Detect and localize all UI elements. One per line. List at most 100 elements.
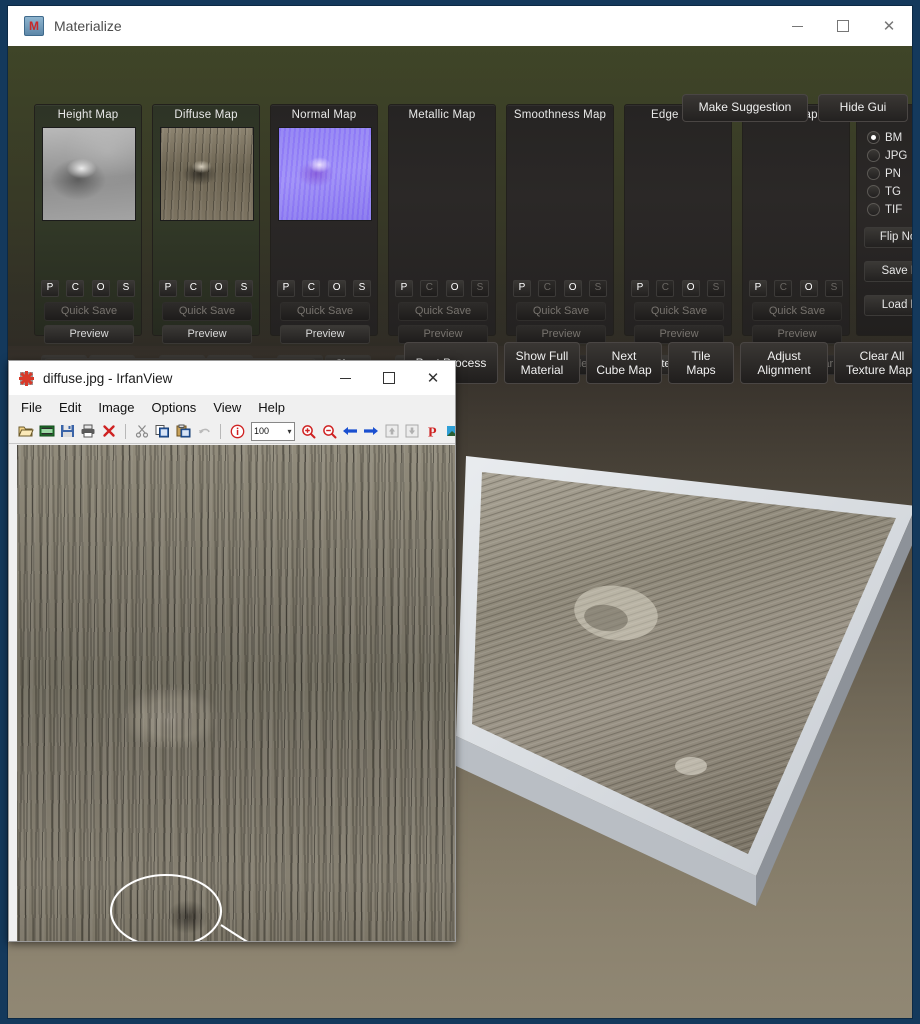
close-icon[interactable]: ✕ bbox=[866, 6, 912, 46]
open-folder-icon[interactable] bbox=[17, 422, 35, 440]
toggle-c[interactable]: C bbox=[184, 280, 203, 297]
slideshow-icon[interactable] bbox=[445, 422, 455, 440]
map-panel-height-map[interactable]: Height Map P C O S Quick Save Preview Cr… bbox=[34, 104, 142, 375]
next-icon[interactable] bbox=[362, 422, 380, 440]
show-full-material-button[interactable]: Show Full Material bbox=[504, 342, 580, 384]
format-option-tiff[interactable]: TIF bbox=[867, 203, 902, 216]
zoom-out-icon[interactable] bbox=[320, 422, 338, 440]
tile-maps-button[interactable]: Tile Maps bbox=[668, 342, 734, 384]
minimize-icon[interactable] bbox=[323, 361, 367, 395]
close-icon[interactable]: ✕ bbox=[411, 361, 455, 395]
quick-save-button[interactable]: Quick Save bbox=[162, 302, 252, 321]
toggle-p[interactable]: P bbox=[749, 280, 767, 297]
toggle-s[interactable]: S bbox=[470, 280, 489, 297]
map-thumbnail-smoothness[interactable] bbox=[514, 127, 606, 219]
format-option-tga[interactable]: TG bbox=[867, 185, 901, 198]
menu-item-file[interactable]: File bbox=[21, 400, 42, 415]
format-option-bmp[interactable]: BM bbox=[867, 131, 902, 144]
btn-line-2: Maps bbox=[686, 363, 716, 377]
first-icon[interactable] bbox=[383, 422, 401, 440]
toggle-s[interactable]: S bbox=[234, 280, 253, 297]
toggle-c[interactable]: C bbox=[420, 280, 439, 297]
toggle-s[interactable]: S bbox=[352, 280, 371, 297]
toggle-s[interactable]: S bbox=[706, 280, 725, 297]
toggle-c[interactable]: C bbox=[66, 280, 85, 297]
toggle-s[interactable]: S bbox=[588, 280, 607, 297]
map-thumbnail-metallic[interactable] bbox=[396, 127, 488, 219]
map-thumbnail-edge[interactable] bbox=[632, 127, 724, 219]
toggle-p[interactable]: P bbox=[41, 280, 59, 297]
flip-normal-button[interactable]: Flip Nor bbox=[864, 227, 912, 248]
toggle-o[interactable]: O bbox=[445, 280, 464, 297]
map-panel-smoothness-map[interactable]: Smoothness Map P C O S Quick Save Previe… bbox=[506, 104, 614, 375]
toggle-p[interactable]: P bbox=[395, 280, 413, 297]
print-icon[interactable] bbox=[79, 422, 97, 440]
menu-item-help[interactable]: Help bbox=[258, 400, 285, 415]
paste-icon[interactable] bbox=[175, 422, 193, 440]
menu-item-options[interactable]: Options bbox=[152, 400, 197, 415]
zoom-level-select[interactable]: 100 ▾ bbox=[250, 421, 295, 441]
make-suggestion-button[interactable]: Make Suggestion bbox=[682, 94, 808, 122]
menu-item-edit[interactable]: Edit bbox=[59, 400, 81, 415]
toggle-s[interactable]: S bbox=[824, 280, 843, 297]
map-thumbnail-height[interactable] bbox=[42, 127, 136, 221]
copy-icon[interactable] bbox=[154, 422, 172, 440]
toggle-c[interactable]: C bbox=[302, 280, 321, 297]
undo-icon[interactable] bbox=[195, 422, 213, 440]
menu-item-image[interactable]: Image bbox=[98, 400, 134, 415]
map-panel-ao-map[interactable]: AO Map P C O S Quick Save Preview Create… bbox=[742, 104, 850, 375]
minimize-icon[interactable] bbox=[774, 6, 820, 46]
cut-icon[interactable] bbox=[133, 422, 151, 440]
map-thumbnail-ao[interactable] bbox=[750, 127, 842, 219]
toggle-p[interactable]: P bbox=[513, 280, 531, 297]
map-thumbnail-diffuse[interactable] bbox=[160, 127, 254, 221]
maximize-icon[interactable] bbox=[367, 361, 411, 395]
map-panel-edge-map[interactable]: Edge Map P C O S Quick Save Preview Crea… bbox=[624, 104, 732, 375]
map-panel-normal-map[interactable]: Normal Map P C O S Quick Save Preview Cr… bbox=[270, 104, 378, 375]
clear-all-texture-maps-button[interactable]: Clear All Texture Maps bbox=[834, 342, 912, 384]
save-preset-button[interactable]: Save P bbox=[864, 261, 912, 282]
info-icon[interactable] bbox=[228, 422, 246, 440]
quick-save-button[interactable]: Quick Save bbox=[280, 302, 370, 321]
toggle-p[interactable]: P bbox=[277, 280, 295, 297]
preview-button[interactable]: Preview bbox=[280, 325, 370, 344]
save-icon[interactable] bbox=[59, 422, 77, 440]
preview-button[interactable]: Preview bbox=[162, 325, 252, 344]
last-icon[interactable] bbox=[404, 422, 422, 440]
previous-icon[interactable] bbox=[341, 422, 359, 440]
quick-save-button[interactable]: Quick Save bbox=[398, 302, 488, 321]
preview-button[interactable]: Preview bbox=[44, 325, 134, 344]
zoom-in-icon[interactable] bbox=[300, 422, 318, 440]
delete-icon[interactable] bbox=[100, 422, 118, 440]
toggle-o[interactable]: O bbox=[209, 280, 228, 297]
hide-gui-button[interactable]: Hide Gui bbox=[818, 94, 908, 122]
toggle-c[interactable]: C bbox=[774, 280, 793, 297]
toggle-c[interactable]: C bbox=[656, 280, 675, 297]
maximize-icon[interactable] bbox=[820, 6, 866, 46]
toggle-o[interactable]: O bbox=[91, 280, 110, 297]
irfanview-image-canvas[interactable]: Stain looks like cavities on an otherwis… bbox=[17, 445, 455, 941]
adjust-alignment-button[interactable]: Adjust Alignment bbox=[740, 342, 828, 384]
toggle-o[interactable]: O bbox=[327, 280, 346, 297]
toggle-o[interactable]: O bbox=[681, 280, 700, 297]
format-option-png[interactable]: PN bbox=[867, 167, 901, 180]
map-panel-metallic-map[interactable]: Metallic Map P C O S Quick Save Preview … bbox=[388, 104, 496, 375]
quick-save-button[interactable]: Quick Save bbox=[516, 302, 606, 321]
toggle-p[interactable]: P bbox=[159, 280, 177, 297]
thumbnails-icon[interactable] bbox=[38, 422, 56, 440]
quick-save-button[interactable]: Quick Save bbox=[44, 302, 134, 321]
toggle-o[interactable]: O bbox=[563, 280, 582, 297]
next-cube-map-button[interactable]: Next Cube Map bbox=[586, 342, 662, 384]
toggle-p[interactable]: P bbox=[631, 280, 649, 297]
toggle-s[interactable]: S bbox=[116, 280, 135, 297]
load-preset-button[interactable]: Load P bbox=[864, 295, 912, 316]
toggle-c[interactable]: C bbox=[538, 280, 557, 297]
quick-save-button[interactable]: Quick Save bbox=[752, 302, 842, 321]
map-thumbnail-normal[interactable] bbox=[278, 127, 372, 221]
menu-item-view[interactable]: View bbox=[213, 400, 241, 415]
format-option-jpg[interactable]: JPG bbox=[867, 149, 907, 162]
map-panel-diffuse-map[interactable]: Diffuse Map P C O S Quick Save Preview E… bbox=[152, 104, 260, 375]
quick-save-button[interactable]: Quick Save bbox=[634, 302, 724, 321]
paint-icon[interactable]: P bbox=[424, 422, 442, 440]
toggle-o[interactable]: O bbox=[799, 280, 818, 297]
